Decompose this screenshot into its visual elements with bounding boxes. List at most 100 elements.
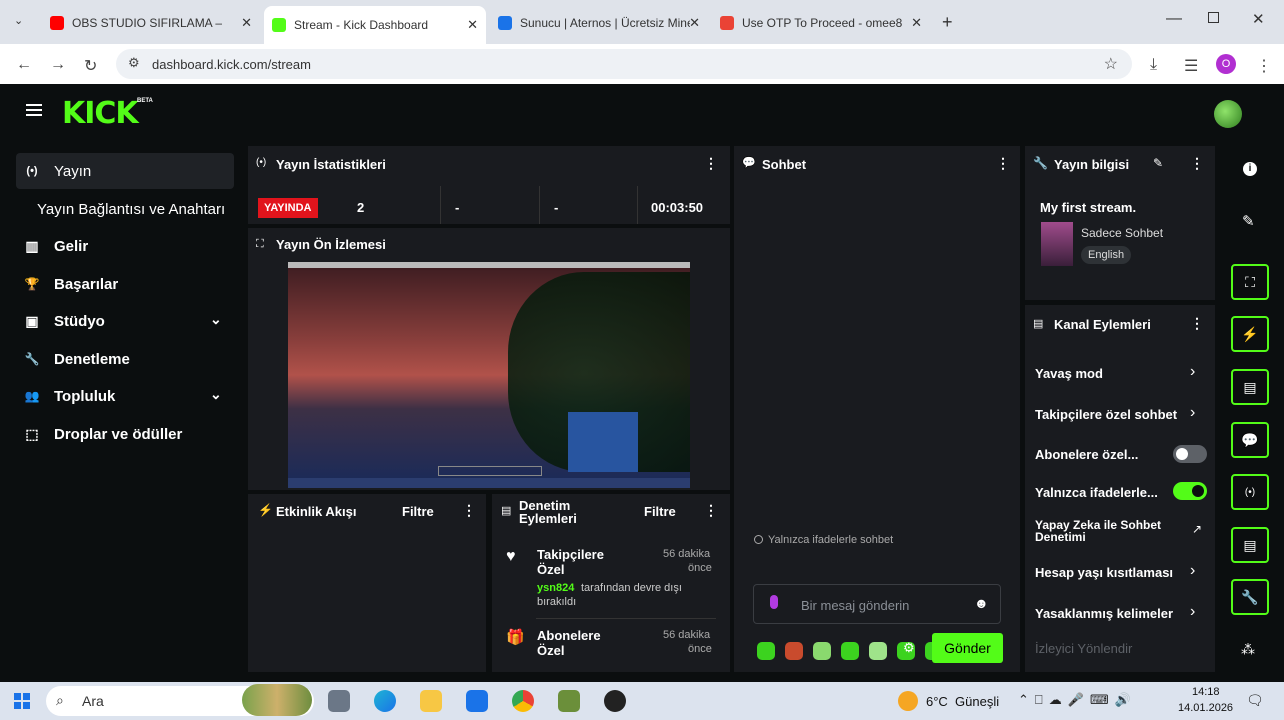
tab-search-icon[interactable]: ⌄: [14, 14, 23, 27]
close-icon[interactable]: ✕: [241, 15, 252, 31]
mod-item-title: Özel: [537, 562, 565, 577]
ai-moderation-item-line2[interactable]: Denetimi: [1035, 530, 1086, 544]
subscribers-only-toggle[interactable]: [1173, 445, 1207, 463]
tab-obs[interactable]: OBS STUDIO SIFIRLAMA – OBS S ✕: [42, 8, 260, 38]
outlook-icon[interactable]: [466, 690, 488, 712]
url-field[interactable]: ⚙ dashboard.kick.com/stream ☆: [116, 49, 1132, 79]
chevron-down-icon[interactable]: ⌄: [210, 386, 222, 403]
close-icon[interactable]: ✕: [467, 17, 478, 33]
clock-date[interactable]: 14.01.2026: [1178, 702, 1233, 714]
tab-kick[interactable]: Stream - Kick Dashboard ✕: [264, 6, 486, 44]
chevron-right-icon[interactable]: ›: [1190, 363, 1195, 381]
back-icon[interactable]: ←: [16, 56, 32, 74]
edit-icon[interactable]: ✎: [1153, 156, 1163, 170]
system-tray-icons[interactable]: ⌃⎕☁🎤⌨🔊: [1018, 692, 1137, 708]
mod-actions-toggle-button[interactable]: ▤: [1231, 369, 1269, 405]
clock-time[interactable]: 14:18: [1192, 686, 1220, 698]
followers-only-item[interactable]: Takipçilere özel sohbet: [1035, 407, 1177, 422]
broadcast-icon: (•): [26, 165, 38, 177]
chat-menu-icon[interactable]: ⋮: [996, 155, 1010, 172]
close-icon[interactable]: ✕: [911, 15, 922, 31]
chevron-down-icon[interactable]: ⌄: [210, 311, 222, 328]
weather-text[interactable]: 6°C Güneşli: [926, 694, 999, 709]
emote-icon[interactable]: [841, 642, 859, 660]
chat-settings-icon[interactable]: ⚙: [903, 640, 915, 656]
forward-icon[interactable]: →: [50, 56, 66, 74]
tab-gmail[interactable]: Use OTP To Proceed - omee872( ✕: [712, 8, 930, 38]
mod-actions-filter-button[interactable]: Filtre: [644, 504, 676, 519]
sidebar-item-topluluk[interactable]: 👥 Topluluk ⌄: [16, 378, 234, 414]
stats-toggle-button[interactable]: (•): [1231, 474, 1269, 510]
emote-icon[interactable]: [813, 642, 831, 660]
minecraft-icon[interactable]: [558, 690, 580, 712]
minimize-button[interactable]: —: [1166, 10, 1182, 28]
chat-toggle-button[interactable]: 💬: [1231, 422, 1269, 458]
explorer-icon[interactable]: [420, 690, 442, 712]
emotes-only-toggle[interactable]: [1173, 482, 1207, 500]
emote-icon[interactable]: [757, 642, 775, 660]
chevron-right-icon[interactable]: ›: [1190, 562, 1195, 580]
chat-mode-text: Yalnızca ifadelerle sohbet: [768, 534, 894, 546]
integrations-icon[interactable]: ⁂: [1241, 641, 1255, 658]
close-window-button[interactable]: ✕: [1252, 10, 1265, 28]
emoji-icon[interactable]: ☻: [974, 595, 989, 611]
sidebar-item-yayin[interactable]: (•) Yayın: [16, 153, 234, 189]
send-button[interactable]: Gönder: [932, 633, 1003, 663]
mic-icon[interactable]: [770, 595, 778, 609]
stream-info-menu-icon[interactable]: ⋮: [1190, 155, 1204, 172]
stream-category[interactable]: Sadece Sohbet: [1081, 226, 1163, 240]
chrome-icon[interactable]: [512, 690, 534, 712]
close-icon[interactable]: ✕: [689, 15, 700, 31]
channel-actions-toggle-button[interactable]: ▤: [1231, 527, 1269, 563]
account-age-item[interactable]: Hesap yaşı kısıtlaması: [1035, 565, 1173, 580]
stream-preview-video[interactable]: [288, 262, 690, 488]
profile-avatar[interactable]: O: [1216, 54, 1236, 74]
stream-info-toggle-button[interactable]: 🔧: [1231, 579, 1269, 615]
edit-icon[interactable]: ✎: [1242, 212, 1255, 230]
windows-start-icon[interactable]: [14, 693, 30, 709]
emote-icon[interactable]: [785, 642, 803, 660]
hamburger-icon[interactable]: [26, 104, 42, 116]
obs-icon[interactable]: [604, 690, 626, 712]
activity-filter-button[interactable]: Filtre: [402, 504, 434, 519]
media-icon[interactable]: ☰: [1184, 56, 1198, 76]
mod-actions-menu-icon[interactable]: ⋮: [704, 502, 718, 519]
activity-menu-icon[interactable]: ⋮: [462, 502, 476, 519]
banned-words-item[interactable]: Yasaklanmış kelimeler: [1035, 606, 1173, 621]
sidebar-item-basarilar[interactable]: 🏆 Başarılar: [16, 266, 234, 302]
external-link-icon[interactable]: ↗: [1192, 522, 1202, 536]
stats-panel: (•) Yayın İstatistikleri ⋮ YAYINDA 2 - -…: [248, 146, 730, 224]
edge-icon[interactable]: [374, 690, 396, 712]
chevron-right-icon[interactable]: ›: [1190, 404, 1195, 422]
taskbar-search[interactable]: ⌕ Ara: [46, 684, 314, 716]
preview-icon: ⛶: [256, 238, 264, 250]
slow-mode-item[interactable]: Yavaş mod: [1035, 366, 1103, 381]
star-icon[interactable]: ☆: [1104, 54, 1118, 74]
new-tab-button[interactable]: +: [942, 12, 953, 33]
info-icon[interactable]: i: [1243, 162, 1257, 176]
restore-button[interactable]: [1208, 12, 1219, 23]
viewer-count: 2: [357, 200, 365, 215]
sidebar-item-stream-key[interactable]: Yayın Bağlantısı ve Anahtarı: [37, 191, 242, 227]
stats-menu-icon[interactable]: ⋮: [704, 155, 718, 172]
channel-actions-menu-icon[interactable]: ⋮: [1190, 315, 1204, 332]
chevron-right-icon[interactable]: ›: [1190, 603, 1195, 621]
tab-aternos[interactable]: Sunucu | Aternos | Ücretsiz Mine ✕: [490, 8, 708, 38]
download-icon[interactable]: ⤓: [1150, 56, 1157, 74]
preview-toggle-button[interactable]: ⛶: [1231, 264, 1269, 300]
site-settings-icon[interactable]: ⚙: [128, 55, 140, 71]
chat-input[interactable]: Bir mesaj gönderin ☻: [753, 584, 1001, 624]
sidebar-item-studyo[interactable]: ▣ Stüdyo ⌄: [16, 303, 234, 339]
notification-icon[interactable]: 🗨: [1246, 692, 1264, 709]
reload-icon[interactable]: ↻: [84, 56, 97, 76]
mod-item-user[interactable]: ysn824: [537, 582, 574, 594]
activity-toggle-button[interactable]: ⚡: [1231, 316, 1269, 352]
kick-logo[interactable]: KICK: [62, 96, 139, 131]
sidebar-item-droplar[interactable]: ⬚ Droplar ve ödüller: [16, 416, 234, 452]
emote-icon[interactable]: [869, 642, 887, 660]
sidebar-item-denetleme[interactable]: 🔧 Denetleme: [16, 341, 234, 377]
user-avatar[interactable]: [1214, 100, 1242, 128]
sidebar-item-gelir[interactable]: ▥ Gelir: [16, 228, 234, 264]
menu-icon[interactable]: ⋮: [1256, 56, 1272, 76]
task-view-icon[interactable]: [328, 690, 350, 712]
